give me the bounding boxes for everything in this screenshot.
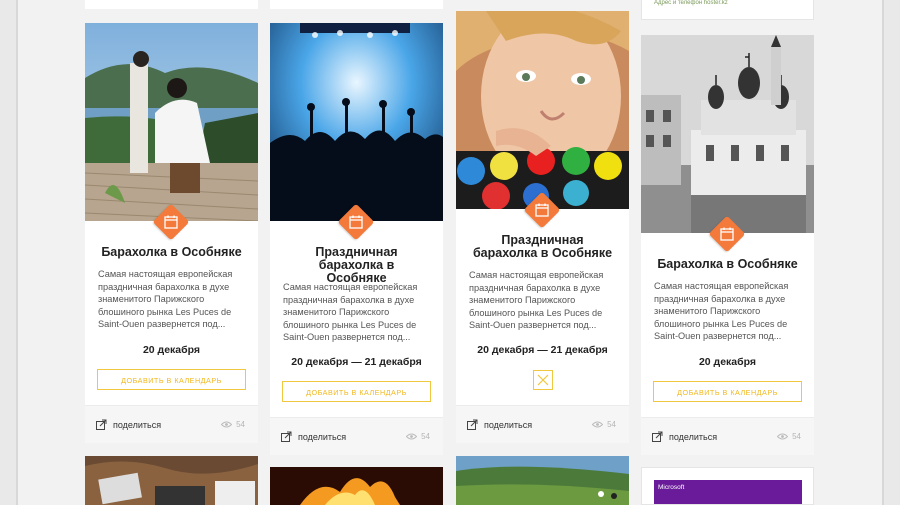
event-title[interactable]: Праздничная барахолка в Особняке xyxy=(290,246,423,285)
share-icon xyxy=(652,431,663,442)
eye-icon xyxy=(221,421,233,428)
share-label: поделиться xyxy=(113,419,162,430)
eye-icon xyxy=(777,433,789,440)
close-button[interactable] xyxy=(533,370,553,390)
event-card-next[interactable] xyxy=(85,456,258,505)
ad-widget[interactable]: Microsoft xyxy=(641,467,814,505)
calendar-icon xyxy=(535,203,549,217)
share-label: поделиться xyxy=(669,431,718,442)
prev-card-bottom xyxy=(270,0,443,9)
share-label: поделиться xyxy=(298,431,347,442)
event-image[interactable] xyxy=(456,456,629,505)
share-link[interactable]: поделиться xyxy=(652,431,717,442)
prev-card-bottom xyxy=(85,0,258,9)
event-title[interactable]: Праздничная барахолка в Особняке xyxy=(470,234,615,260)
event-description: Самая настоящая европейская праздничная … xyxy=(98,269,233,330)
event-card[interactable]: Праздничная барахолка в Особняке Самая н… xyxy=(456,11,629,443)
views-value: 54 xyxy=(421,432,430,441)
event-card-next[interactable] xyxy=(456,456,629,505)
event-image[interactable] xyxy=(641,35,814,233)
event-image[interactable] xyxy=(85,456,258,505)
share-label: поделиться xyxy=(484,419,533,430)
view-count: 54 xyxy=(592,420,616,429)
share-link[interactable]: поделиться xyxy=(281,431,346,442)
calendar-icon xyxy=(720,227,734,241)
event-date: 20 декабря xyxy=(142,344,201,356)
ad-banner[interactable]: Microsoft xyxy=(654,480,802,504)
event-image[interactable] xyxy=(270,23,443,221)
close-icon xyxy=(537,374,549,386)
card-footer: поделиться 54 xyxy=(456,405,629,443)
event-image[interactable] xyxy=(456,11,629,209)
address-text[interactable]: Адрес и телефон hoster.kz xyxy=(654,0,728,6)
ad-brand: Microsoft xyxy=(658,484,685,491)
calendar-icon xyxy=(349,215,363,229)
event-date: 20 декабря xyxy=(698,356,757,368)
view-count: 54 xyxy=(221,420,245,429)
event-title[interactable]: Барахолка в Особняке xyxy=(95,246,248,259)
views-value: 54 xyxy=(607,420,616,429)
event-description: Самая настоящая европейская праздничная … xyxy=(469,270,604,331)
view-count: 54 xyxy=(777,432,801,441)
add-to-calendar-button[interactable]: ДОБАВИТЬ В КАЛЕНДАРЬ xyxy=(282,381,431,402)
card-footer: поделиться 54 xyxy=(641,417,814,455)
add-to-calendar-button[interactable]: ДОБАВИТЬ В КАЛЕНДАРЬ xyxy=(97,369,246,390)
view-count: 54 xyxy=(406,432,430,441)
share-icon xyxy=(281,431,292,442)
event-description: Самая настоящая европейская праздничная … xyxy=(283,282,418,343)
share-link[interactable]: поделиться xyxy=(96,419,161,430)
eye-icon xyxy=(406,433,418,440)
event-title[interactable]: Барахолка в Особняке xyxy=(651,258,804,271)
eye-icon xyxy=(592,421,604,428)
event-card[interactable]: Праздничная барахолка в Особняке Самая н… xyxy=(270,23,443,455)
calendar-icon xyxy=(164,215,178,229)
share-icon xyxy=(467,419,478,430)
share-icon xyxy=(96,419,107,430)
views-value: 54 xyxy=(236,420,245,429)
page-frame-right xyxy=(882,0,884,505)
card-footer: поделиться 54 xyxy=(270,417,443,455)
prev-widget-bottom: Адрес и телефон hoster.kz xyxy=(641,0,814,20)
event-date: 20 декабря — 21 декабря xyxy=(477,344,608,356)
card-footer: поделиться 54 xyxy=(85,405,258,443)
event-description: Самая настоящая европейская праздничная … xyxy=(654,281,789,342)
event-card-next[interactable] xyxy=(270,467,443,505)
views-value: 54 xyxy=(792,432,801,441)
share-link[interactable]: поделиться xyxy=(467,419,532,430)
event-image[interactable] xyxy=(270,467,443,505)
event-image[interactable] xyxy=(85,23,258,221)
add-to-calendar-button[interactable]: ДОБАВИТЬ В КАЛЕНДАРЬ xyxy=(653,381,802,402)
event-card[interactable]: Барахолка в Особняке Самая настоящая евр… xyxy=(641,35,814,455)
event-date: 20 декабря — 21 декабря xyxy=(291,356,422,368)
event-card[interactable]: Барахолка в Особняке Самая настоящая евр… xyxy=(85,23,258,443)
